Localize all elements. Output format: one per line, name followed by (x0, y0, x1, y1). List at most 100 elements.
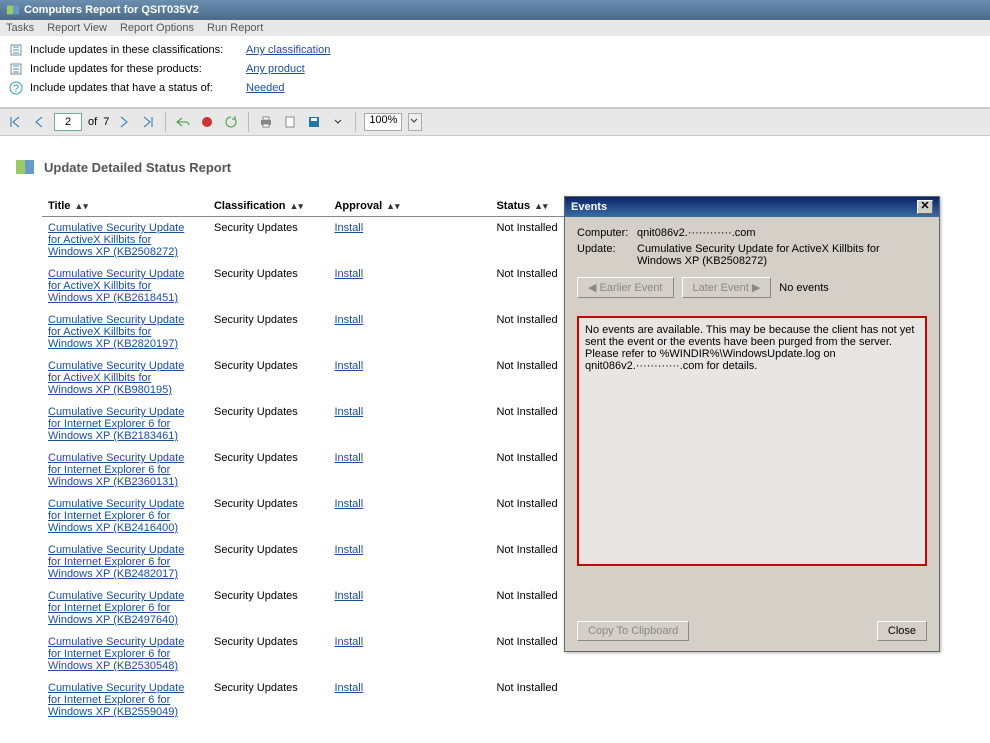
update-title-link[interactable]: Cumulative Security Update for ActiveX K… (48, 360, 198, 396)
menu-run-report[interactable]: Run Report (207, 22, 263, 34)
filters-panel: Include updates in these classifications… (0, 36, 990, 108)
total-pages: 7 (103, 116, 109, 128)
approval-link[interactable]: Install (334, 360, 484, 372)
cell-classification: Security Updates (208, 631, 328, 677)
sort-icon: ▲▾ (534, 201, 547, 211)
menu-bar: Tasks Report View Report Options Run Rep… (0, 20, 990, 36)
table-row: Cumulative Security Update for ActiveX K… (42, 217, 572, 264)
filter-status-label: Include updates that have a status of: (30, 82, 240, 94)
cell-classification: Security Updates (208, 539, 328, 585)
table-row: Cumulative Security Update for Internet … (42, 585, 572, 631)
approval-link[interactable]: Install (334, 406, 484, 418)
dialog-title: Events (571, 201, 607, 213)
print-button[interactable] (257, 113, 275, 131)
approval-link[interactable]: Install (334, 544, 484, 556)
approval-link[interactable]: Install (334, 498, 484, 510)
col-approval[interactable]: Approval▲▾ (328, 196, 490, 217)
back-button[interactable] (174, 113, 192, 131)
window-titlebar: Computers Report for QSIT035V2 (0, 0, 990, 20)
cell-classification: Security Updates (208, 677, 328, 723)
menu-tasks[interactable]: Tasks (6, 22, 34, 34)
cell-status: Not Installed (490, 401, 572, 447)
approval-link[interactable]: Install (334, 590, 484, 602)
next-page-button[interactable] (115, 113, 133, 131)
update-title-link[interactable]: Cumulative Security Update for Internet … (48, 636, 198, 672)
report-table: Title▲▾ Classification▲▾ Approval▲▾ Stat… (42, 196, 572, 723)
dialog-close-x[interactable]: ✕ (917, 200, 933, 214)
cell-status: Not Installed (490, 493, 572, 539)
last-page-button[interactable] (139, 113, 157, 131)
approval-link[interactable]: Install (334, 222, 484, 234)
cell-status: Not Installed (490, 309, 572, 355)
approval-link[interactable]: Install (334, 314, 484, 326)
menu-report-options[interactable]: Report Options (120, 22, 194, 34)
update-title-link[interactable]: Cumulative Security Update for Internet … (48, 590, 198, 626)
page-setup-button[interactable] (281, 113, 299, 131)
approval-link[interactable]: Install (334, 268, 484, 280)
update-title-link[interactable]: Cumulative Security Update for ActiveX K… (48, 222, 198, 258)
no-events-label: No events (779, 282, 829, 294)
update-title-link[interactable]: Cumulative Security Update for ActiveX K… (48, 314, 198, 350)
table-row: Cumulative Security Update for ActiveX K… (42, 263, 572, 309)
cell-status: Not Installed (490, 217, 572, 264)
cell-status: Not Installed (490, 263, 572, 309)
first-page-button[interactable] (6, 113, 24, 131)
col-title[interactable]: Title▲▾ (42, 196, 208, 217)
update-title-link[interactable]: Cumulative Security Update for Internet … (48, 544, 198, 580)
filter-icon (8, 61, 24, 77)
sort-icon: ▲▾ (290, 201, 303, 211)
col-status[interactable]: Status▲▾ (490, 196, 572, 217)
refresh-button[interactable] (222, 113, 240, 131)
svg-text:?: ? (13, 83, 19, 95)
page-number-input[interactable] (54, 113, 82, 131)
table-row: Cumulative Security Update for ActiveX K… (42, 355, 572, 401)
help-icon: ? (8, 80, 24, 96)
cell-status: Not Installed (490, 539, 572, 585)
cell-classification: Security Updates (208, 447, 328, 493)
copy-clipboard-button[interactable]: Copy To Clipboard (577, 621, 689, 641)
cell-classification: Security Updates (208, 585, 328, 631)
events-message-box: No events are available. This may be bec… (577, 316, 927, 566)
approval-link[interactable]: Install (334, 452, 484, 464)
stop-button[interactable] (198, 113, 216, 131)
filter-icon (8, 42, 24, 58)
update-title-link[interactable]: Cumulative Security Update for Internet … (48, 406, 198, 442)
filter-classifications-label: Include updates in these classifications… (30, 44, 240, 56)
window-title: Computers Report for QSIT035V2 (24, 4, 199, 16)
table-row: Cumulative Security Update for Internet … (42, 677, 572, 723)
sort-icon: ▲▾ (386, 201, 399, 211)
computer-label: Computer: (577, 227, 637, 239)
zoom-value[interactable]: 100% (364, 113, 402, 131)
cell-classification: Security Updates (208, 401, 328, 447)
table-row: Cumulative Security Update for Internet … (42, 539, 572, 585)
update-value: Cumulative Security Update for ActiveX K… (637, 243, 927, 267)
update-title-link[interactable]: Cumulative Security Update for Internet … (48, 452, 198, 488)
zoom-dropdown-button[interactable] (408, 113, 422, 131)
approval-link[interactable]: Install (334, 636, 484, 648)
report-heading-row: Update Detailed Status Report (14, 156, 976, 178)
update-title-link[interactable]: Cumulative Security Update for Internet … (48, 682, 198, 718)
earlier-event-button[interactable]: ◀ Earlier Event (577, 277, 674, 298)
save-dropdown-button[interactable] (329, 113, 347, 131)
cell-classification: Security Updates (208, 217, 328, 264)
table-row: Cumulative Security Update for Internet … (42, 493, 572, 539)
update-title-link[interactable]: Cumulative Security Update for Internet … (48, 498, 198, 534)
table-row: Cumulative Security Update for Internet … (42, 401, 572, 447)
cell-status: Not Installed (490, 585, 572, 631)
prev-page-button[interactable] (30, 113, 48, 131)
approval-link[interactable]: Install (334, 682, 484, 694)
save-button[interactable] (305, 113, 323, 131)
update-title-link[interactable]: Cumulative Security Update for ActiveX K… (48, 268, 198, 304)
table-row: Cumulative Security Update for ActiveX K… (42, 309, 572, 355)
later-event-button[interactable]: Later Event ▶ (682, 277, 772, 298)
report-nav-toolbar: of 7 100% (0, 108, 990, 136)
col-classification[interactable]: Classification▲▾ (208, 196, 328, 217)
app-icon (6, 3, 20, 17)
cell-status: Not Installed (490, 447, 572, 493)
table-row: Cumulative Security Update for Internet … (42, 631, 572, 677)
filter-status-link[interactable]: Needed (246, 82, 285, 94)
menu-report-view[interactable]: Report View (47, 22, 107, 34)
close-button[interactable]: Close (877, 621, 927, 641)
filter-products-link[interactable]: Any product (246, 63, 305, 75)
filter-classifications-link[interactable]: Any classification (246, 44, 330, 56)
